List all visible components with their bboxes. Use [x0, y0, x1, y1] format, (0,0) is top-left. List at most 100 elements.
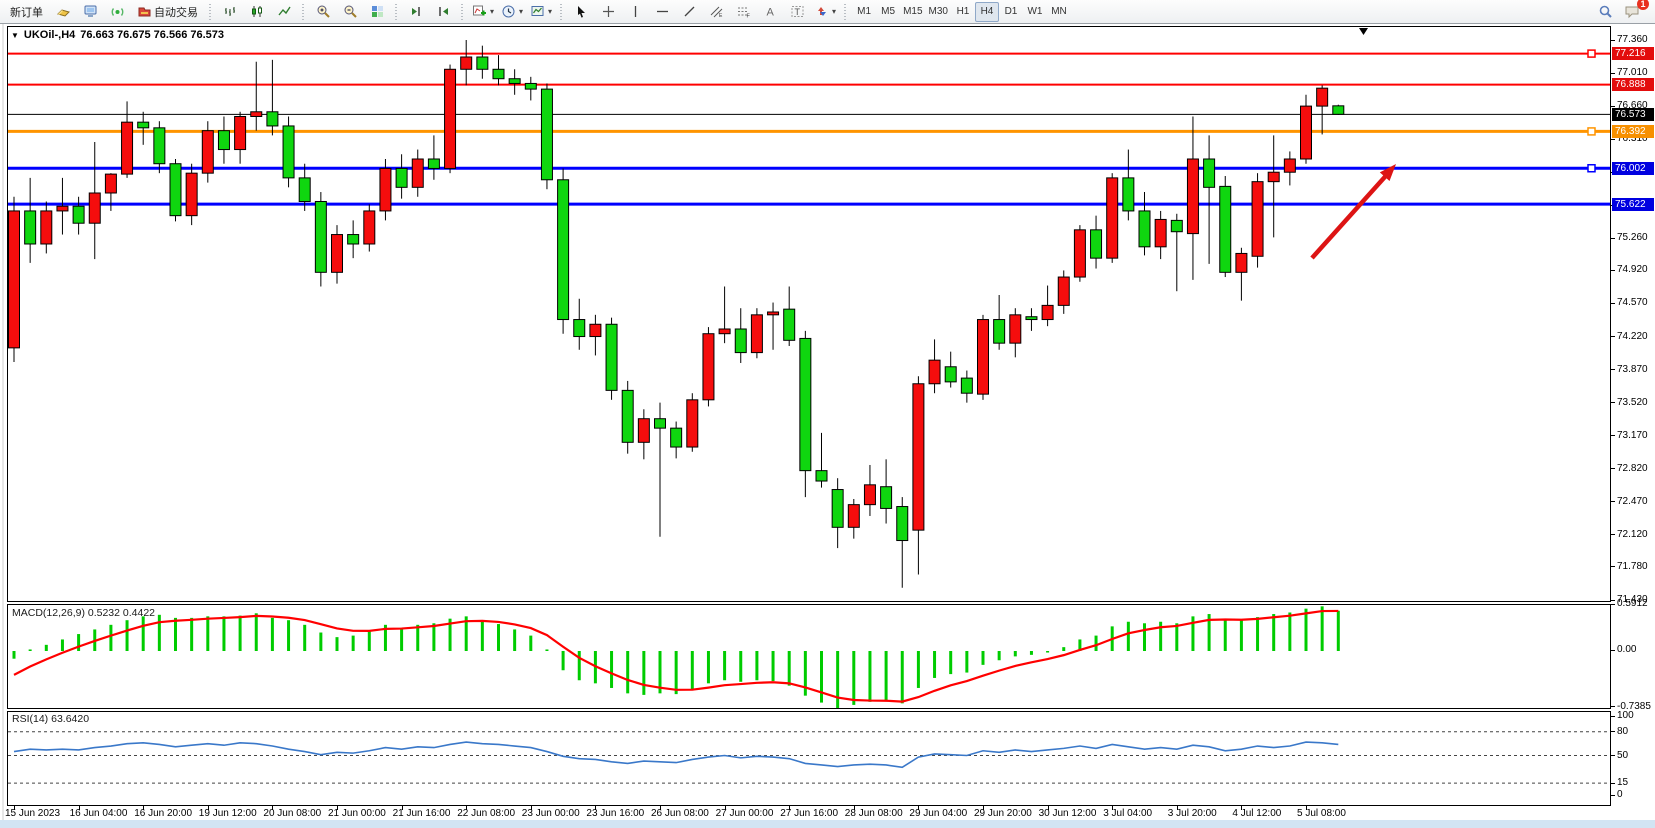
bar-chart-button[interactable] [217, 1, 243, 23]
price-tick-label: 72.820 [1617, 463, 1648, 474]
timeframe-h1-button[interactable]: H1 [951, 2, 975, 22]
candle [816, 471, 827, 481]
rsi-tick [1611, 783, 1615, 784]
candle [138, 122, 149, 128]
svg-text:A: A [766, 7, 774, 19]
macd-canvas[interactable] [8, 605, 1610, 708]
candle [364, 211, 375, 244]
candle [122, 122, 133, 174]
chart-shift-button[interactable] [430, 1, 456, 23]
macd-axis-label: 0.5912 [1617, 598, 1648, 609]
candle [719, 329, 730, 334]
trendline-button[interactable] [676, 1, 702, 23]
auto-scroll-button[interactable] [403, 1, 429, 23]
price-axis[interactable]: 77.36077.01076.66076.31075.96075.61075.2… [1611, 26, 1655, 806]
macd-panel[interactable]: MACD(12,26,9) 0.5232 0.4422 [7, 604, 1611, 709]
timeframe-group: M1M5M15M30H1H4D1W1MN [852, 2, 1071, 22]
candle [57, 206, 68, 211]
text-button[interactable]: A [757, 1, 783, 23]
candle [1042, 305, 1053, 319]
candle [784, 309, 795, 340]
one-click-trading-toggle-icon[interactable]: ▼ [11, 31, 19, 40]
rsi-panel[interactable]: RSI(14) 63.6420 [7, 711, 1611, 806]
tile-windows-button[interactable] [364, 1, 390, 23]
price-tick [1611, 501, 1615, 502]
gold-icon[interactable] [50, 1, 76, 23]
candle [929, 360, 940, 384]
new-order-button[interactable]: 新订单 [4, 2, 49, 22]
horizontal-line-button[interactable] [649, 1, 675, 23]
price-tick [1611, 566, 1615, 567]
indicators-button[interactable]: ▾ [469, 1, 497, 23]
timeframe-m1-button[interactable]: M1 [852, 2, 876, 22]
zoom-out-button[interactable] [337, 1, 363, 23]
candle [170, 164, 181, 216]
candle [1123, 178, 1134, 211]
candle [202, 131, 213, 173]
arrow-annotation[interactable] [1312, 169, 1392, 258]
candle [525, 83, 536, 89]
candle [267, 112, 278, 126]
candle [251, 112, 262, 117]
candle [751, 315, 762, 353]
search-button[interactable] [1592, 1, 1618, 23]
candle [1333, 106, 1344, 114]
line-handle[interactable] [1588, 165, 1595, 172]
zoom-in-button[interactable] [310, 1, 336, 23]
line-handle[interactable] [1588, 128, 1595, 135]
rsi-tick [1611, 795, 1615, 796]
candle [235, 116, 246, 149]
text-label-button[interactable]: T [784, 1, 810, 23]
timeframe-h4-button[interactable]: H4 [975, 2, 999, 22]
candle [1155, 219, 1166, 246]
price-badge-76.573: 76.573 [1612, 108, 1654, 121]
macd-tick [1611, 650, 1615, 651]
candle [703, 334, 714, 400]
chevron-down-icon: ▾ [490, 7, 494, 16]
time-axis[interactable]: 15 Jun 202316 Jun 04:0016 Jun 20:0019 Ju… [0, 806, 1655, 820]
price-tick-label: 77.360 [1617, 34, 1648, 45]
time-label: 3 Jul 20:00 [1168, 808, 1217, 819]
autotrading-button[interactable]: 自动交易 [131, 2, 204, 22]
main-chart-canvas[interactable] [8, 27, 1610, 601]
candle [1252, 182, 1263, 257]
crosshair-button[interactable] [595, 1, 621, 23]
notifications-button[interactable]: 1 [1619, 1, 1645, 23]
timeframe-d1-button[interactable]: D1 [999, 2, 1023, 22]
rsi-canvas[interactable] [8, 712, 1610, 805]
main-chart-panel[interactable] [7, 26, 1611, 602]
periods-button[interactable]: ▾ [498, 1, 526, 23]
arrows-button[interactable]: ▾ [811, 1, 839, 23]
time-label: 26 Jun 08:00 [651, 808, 709, 819]
macd-tick [1611, 706, 1615, 707]
timeframe-mn-button[interactable]: MN [1047, 2, 1071, 22]
line-chart-button[interactable] [271, 1, 297, 23]
candle [493, 69, 504, 78]
candle [283, 126, 294, 178]
candlestick-chart-button[interactable] [244, 1, 270, 23]
signal-icon[interactable] [104, 1, 130, 23]
rsi-tick [1611, 731, 1615, 732]
price-tick [1611, 402, 1615, 403]
timeframe-m5-button[interactable]: M5 [876, 2, 900, 22]
cursor-button[interactable] [568, 1, 594, 23]
price-tick [1611, 534, 1615, 535]
candle [1220, 186, 1231, 272]
timeframe-m30-button[interactable]: M30 [926, 2, 951, 22]
candle [41, 211, 52, 244]
candle [509, 79, 520, 84]
fibonacci-button[interactable]: F [730, 1, 756, 23]
timeframe-w1-button[interactable]: W1 [1023, 2, 1047, 22]
line-handle[interactable] [1588, 50, 1595, 57]
equidistant-channel-button[interactable]: E [703, 1, 729, 23]
terminal-icon[interactable] [77, 1, 103, 23]
candle [9, 211, 20, 348]
time-label: 23 Jun 16:00 [586, 808, 644, 819]
price-tick [1611, 468, 1615, 469]
templates-button[interactable]: ▾ [527, 1, 555, 23]
timeframe-m15-button[interactable]: M15 [900, 2, 925, 22]
price-badge-76.392: 76.392 [1612, 125, 1654, 138]
vertical-line-button[interactable] [622, 1, 648, 23]
toolbar-grip [208, 4, 213, 20]
candle [1187, 159, 1198, 234]
